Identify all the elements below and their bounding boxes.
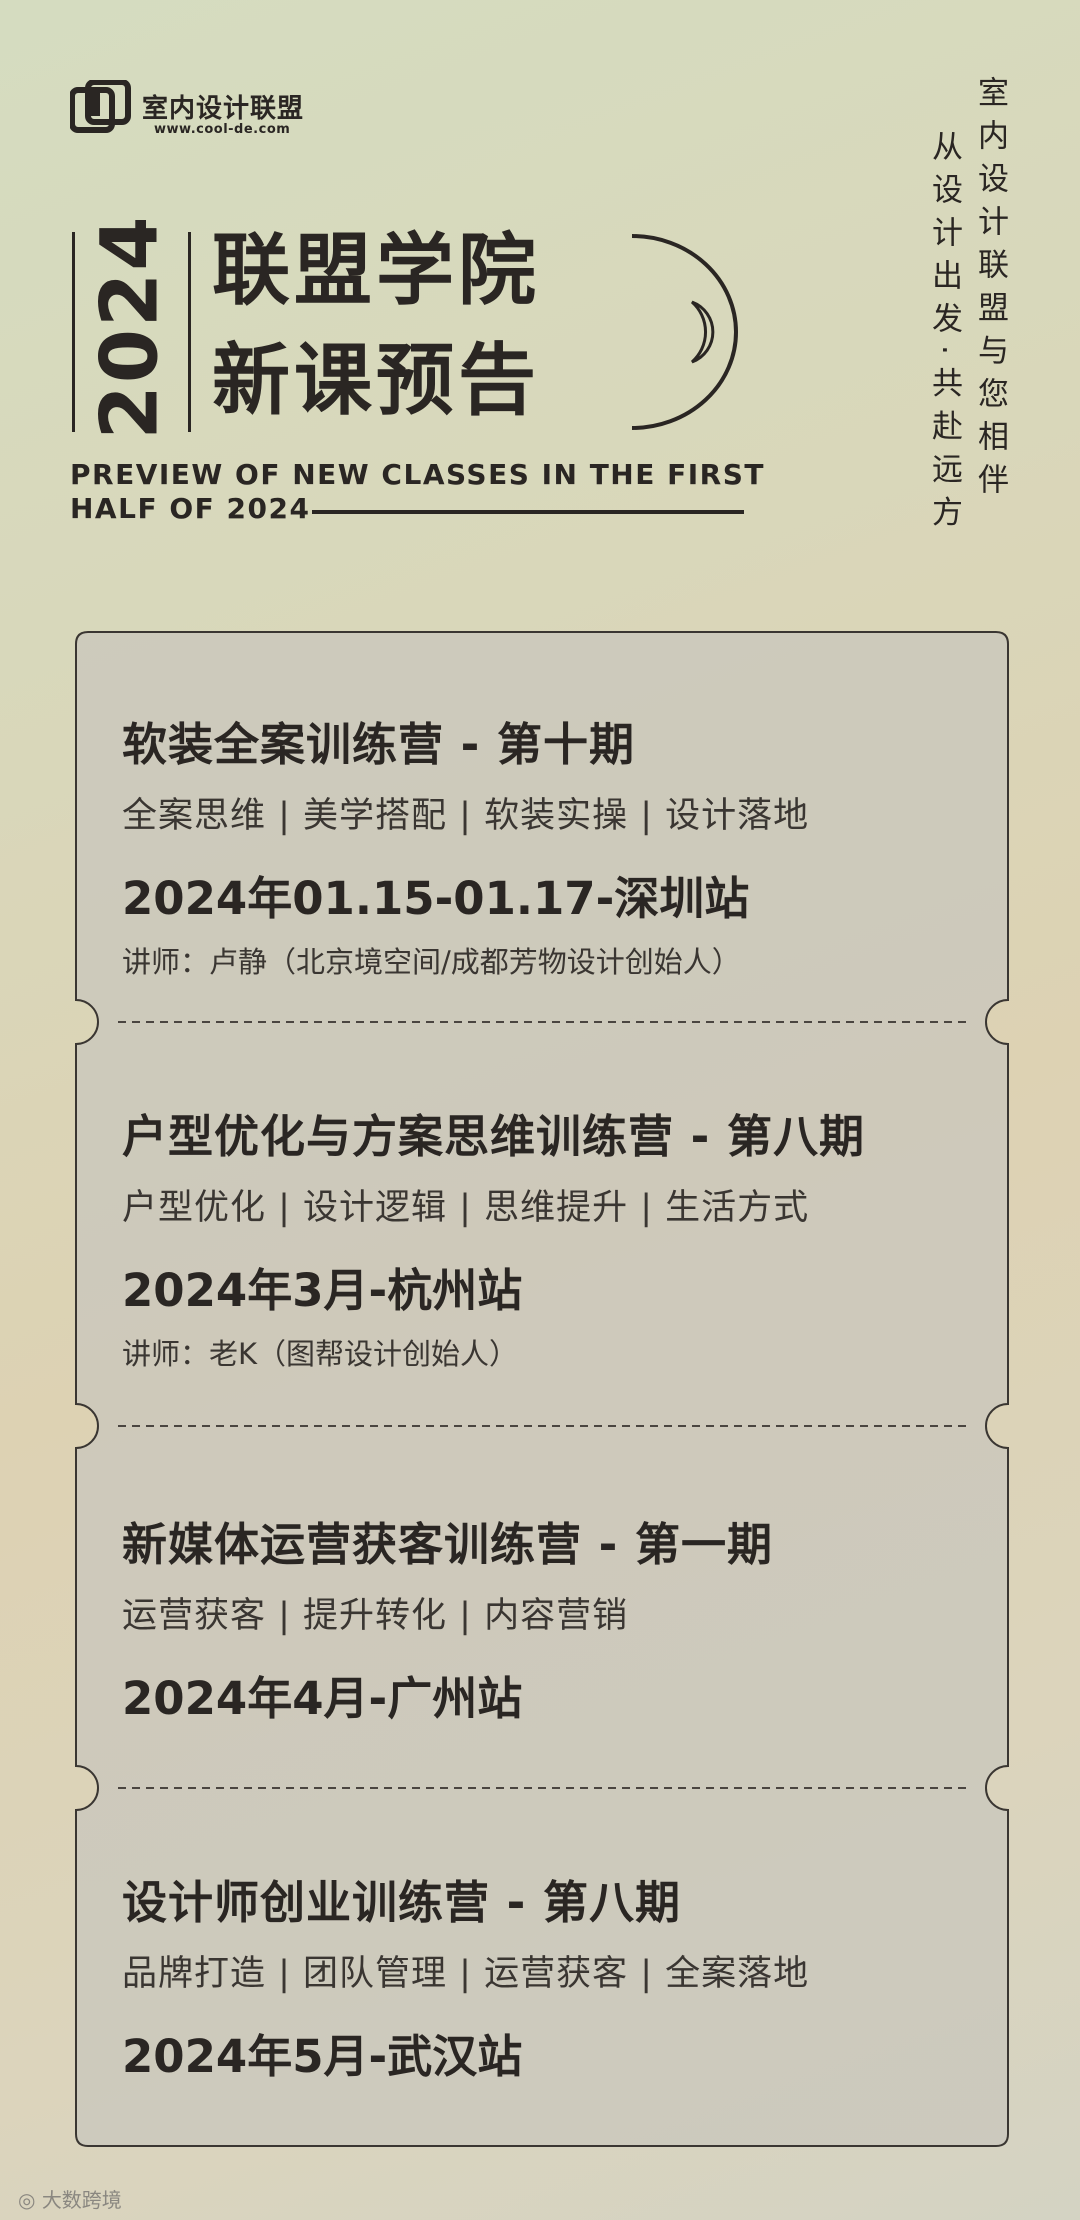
watermark: ◎ 大数跨境: [18, 2184, 122, 2213]
course-date: 2024年3月-杭州站: [122, 1264, 523, 1317]
course-title: 新媒体运营获客训练营 - 第一期: [122, 1518, 774, 1571]
course-title: 软装全案训练营 - 第十期: [122, 718, 636, 771]
course-section: 设计师创业训练营 - 第八期 品牌打造 | 团队管理 | 运营获客 | 全案落地…: [122, 1866, 982, 2085]
course-title: 户型优化与方案思维训练营 - 第八期: [122, 1110, 866, 1163]
course-date: 2024年01.15-01.17-深圳站: [122, 872, 750, 925]
course-tags: 品牌打造 | 团队管理 | 运营获客 | 全案落地: [122, 1954, 810, 1994]
watermark-text: 大数跨境: [41, 2188, 122, 2212]
course-tags: 运营获客 | 提升转化 | 内容营销: [122, 1596, 629, 1636]
course-tags: 户型优化 | 设计逻辑 | 思维提升 | 生活方式: [122, 1188, 810, 1228]
course-tags: 全案思维 | 美学搭配 | 软装实操 | 设计落地: [122, 796, 810, 836]
course-title: 设计师创业训练营 - 第八期: [122, 1876, 682, 1929]
watermark-logo-icon: ◎: [18, 2188, 42, 2212]
course-section: 新媒体运营获客训练营 - 第一期 运营获客 | 提升转化 | 内容营销 2024…: [122, 1508, 982, 1727]
course-section: 软装全案训练营 - 第十期 全案思维 | 美学搭配 | 软装实操 | 设计落地 …: [122, 708, 982, 981]
course-date: 2024年4月-广州站: [122, 1672, 523, 1725]
course-date: 2024年5月-武汉站: [122, 2030, 523, 2083]
course-section: 户型优化与方案思维训练营 - 第八期 户型优化 | 设计逻辑 | 思维提升 | …: [122, 1100, 982, 1373]
course-lecturer: 讲师：老K（图帮设计创始人）: [122, 1337, 519, 1371]
course-lecturer: 讲师：卢静（北京境空间/成都芳物设计创始人）: [122, 945, 741, 979]
